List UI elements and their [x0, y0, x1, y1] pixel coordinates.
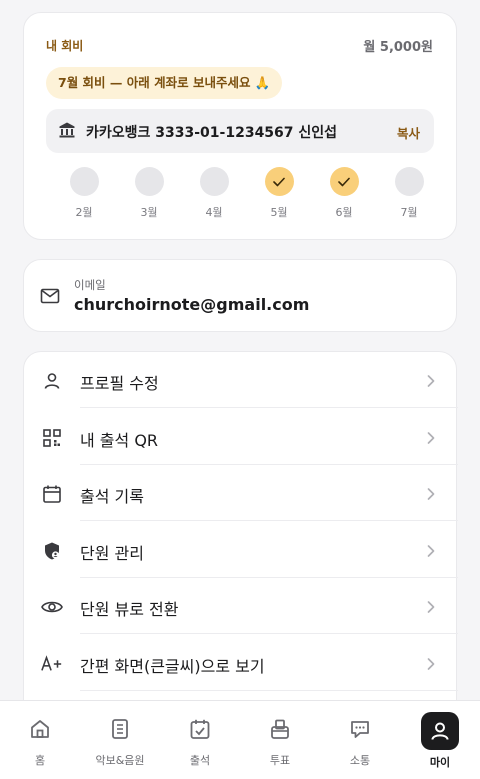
menu-item[interactable]: 프로필 수정: [24, 352, 458, 408]
check-icon: [273, 177, 285, 186]
chat-bubble-icon: [349, 718, 371, 740]
menu-item-label: 간편 화면(큰글씨)으로 보기: [80, 656, 265, 676]
month-label: 5월: [270, 206, 288, 219]
tab-label: 출석: [189, 754, 211, 767]
menu-item[interactable]: 단원 관리: [24, 522, 458, 578]
mail-icon: [40, 288, 60, 304]
chevron-right-icon: [426, 486, 436, 500]
tab-label: 투표: [269, 754, 291, 767]
my-profile-icon: [421, 712, 459, 750]
chevron-right-icon: [426, 599, 436, 613]
tab-home[interactable]: 홈: [0, 701, 80, 779]
calendar-icon: [41, 483, 63, 505]
menu-item-label: 단원 관리: [80, 543, 144, 563]
unpaid-month-dot: [199, 167, 229, 196]
menu-divider: [80, 689, 458, 691]
dues-notice-badge: 7월 회비 — 아래 계좌로 보내주세요 🙏: [46, 67, 283, 99]
month-label: 4월: [205, 206, 223, 219]
month-indicator: 7월: [389, 167, 429, 220]
check-icon: [338, 177, 350, 186]
tab-score-book[interactable]: 악보&음원: [80, 701, 160, 779]
month-label: 7월: [400, 206, 418, 219]
eye-icon: [41, 596, 63, 618]
menu-item-label: 단원 뷰로 전환: [80, 600, 179, 619]
menu-item-label: 프로필 수정: [80, 374, 159, 393]
month-indicator: 2월: [64, 167, 104, 220]
dues-card: 내 회비 월 5,000원 7월 회비 — 아래 계좌로 보내주세요 🙏 카카오…: [23, 12, 457, 240]
month-label: 6월: [335, 206, 353, 219]
unpaid-month-dot: [394, 167, 424, 196]
month-indicator: 5월: [259, 167, 299, 220]
score-book-icon: [109, 718, 131, 740]
month-indicator: 6월: [324, 167, 364, 220]
tab-my-profile[interactable]: 마이: [400, 701, 480, 779]
paid-month-dot: [329, 167, 359, 196]
menu-item-label: 내 출석 QR: [80, 430, 159, 450]
bank-account-number: 카카오뱅크 3333-01-1234567 신인섭: [86, 125, 338, 141]
menu-item[interactable]: 단원 뷰로 전환: [24, 578, 458, 634]
email-label: 이메일: [74, 278, 106, 292]
bank-icon: [59, 122, 75, 138]
copy-account-button[interactable]: 복사: [397, 123, 420, 142]
tab-calendar-check[interactable]: 출석: [160, 701, 240, 779]
monthly-dues-tracker: 2월 3월 4월 5월 6월 7월: [64, 167, 424, 227]
chevron-right-icon: [426, 543, 436, 557]
qr-code-icon: [41, 427, 63, 449]
tab-label: 마이: [429, 756, 451, 769]
home-icon: [29, 718, 51, 740]
tab-ballot-box[interactable]: 투표: [240, 701, 320, 779]
dues-amount: 월 5,000원: [363, 40, 433, 55]
tab-label: 악보&음원: [95, 754, 145, 767]
tab-label: 소통: [349, 754, 371, 767]
tab-chat-bubble[interactable]: 소통: [320, 701, 400, 779]
calendar-check-icon: [189, 718, 211, 740]
month-indicator: 4월: [194, 167, 234, 220]
text-size-icon: [41, 653, 63, 675]
email-value: churchoirnote@gmail.com: [74, 295, 310, 314]
month-label: 3월: [140, 206, 158, 219]
ballot-box-icon: [269, 718, 291, 740]
paid-month-dot: [264, 167, 294, 196]
settings-menu: 프로필 수정내 출석 QR 출석 기록단원 관리단원 뷰로 전환간편 화면(큰글씨…: [23, 351, 458, 731]
menu-item[interactable]: 내 출석 QR: [24, 409, 458, 465]
person-icon: [41, 370, 63, 392]
menu-item[interactable]: 간편 화면(큰글씨)으로 보기: [24, 635, 458, 691]
unpaid-month-dot: [69, 167, 99, 196]
bank-account-box: 카카오뱅크 3333-01-1234567 신인섭 복사: [46, 109, 434, 153]
bottom-tab-bar: 홈 악보&음원 출석 투표 소통 마이: [0, 700, 480, 779]
chevron-right-icon: [426, 430, 436, 444]
menu-item[interactable]: 출석 기록: [24, 465, 458, 521]
shield-user-icon: [41, 540, 63, 562]
dues-title: 내 회비: [46, 39, 84, 53]
tab-label: 홈: [34, 754, 46, 767]
chevron-right-icon: [426, 373, 436, 387]
month-indicator: 3월: [129, 167, 169, 220]
unpaid-month-dot: [134, 167, 164, 196]
month-label: 2월: [75, 206, 93, 219]
menu-item-label: 출석 기록: [80, 487, 144, 506]
chevron-right-icon: [426, 656, 436, 670]
email-card: 이메일 churchoirnote@gmail.com: [23, 259, 457, 332]
